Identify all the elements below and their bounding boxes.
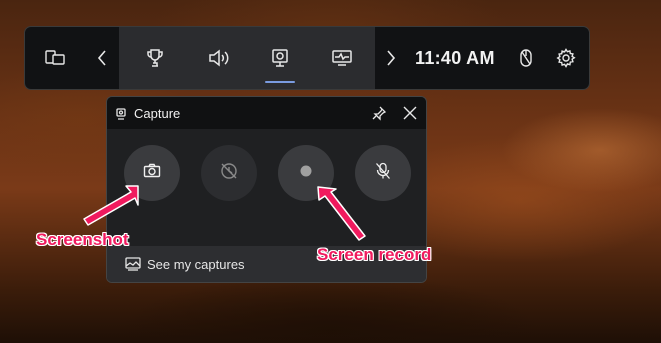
screen-record-arrow <box>317 186 366 241</box>
annotation-arrows <box>83 185 366 241</box>
screenshot-arrow <box>83 185 139 226</box>
screen-record-annotation: Screen record <box>317 245 432 264</box>
screenshot-annotation: Screenshot <box>36 230 129 249</box>
